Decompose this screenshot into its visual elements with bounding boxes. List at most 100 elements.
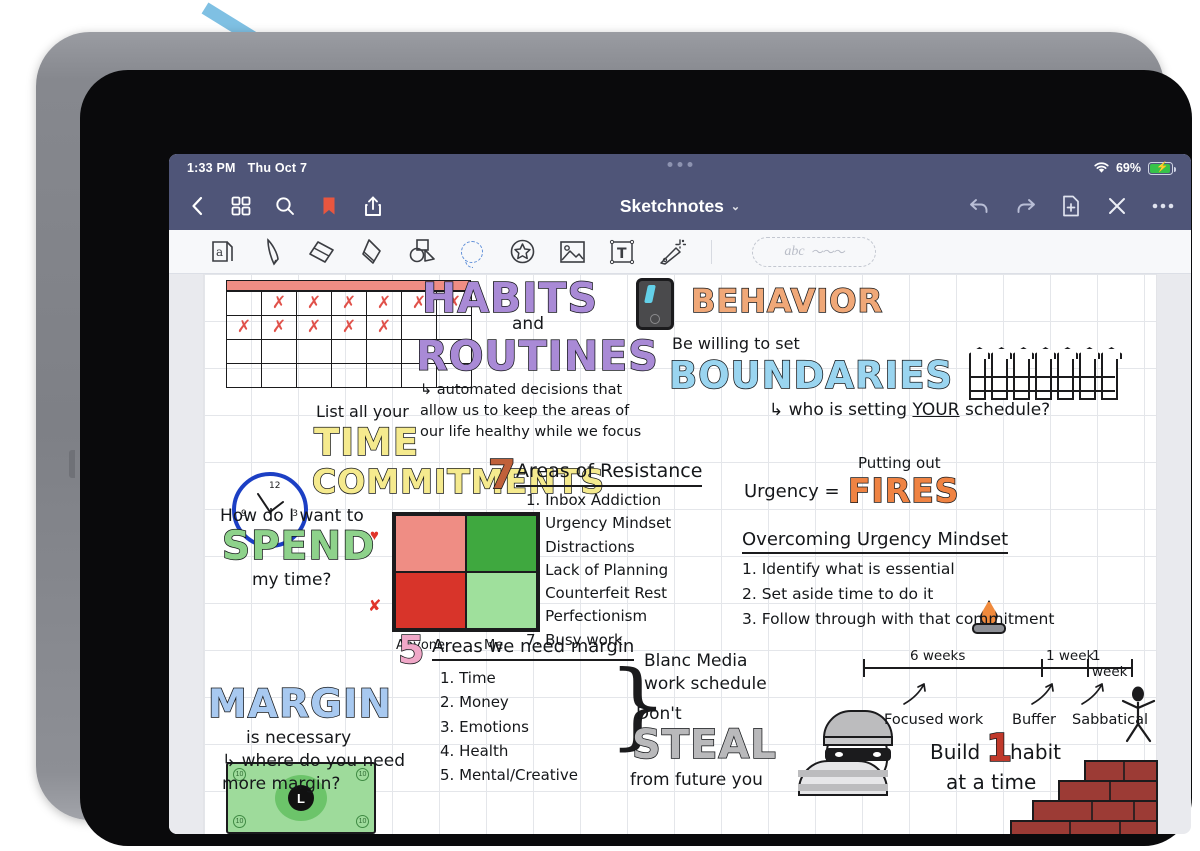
habits-heading[interactable]: HABITS [421, 274, 598, 323]
list-item: 2. Money [440, 693, 509, 712]
more-options-icon[interactable] [1151, 194, 1175, 218]
priority-matrix[interactable]: Anyone Me [392, 512, 540, 653]
sticker-tool[interactable] [497, 232, 547, 272]
build-habit-pre: Build [930, 740, 981, 764]
text-box-tool[interactable]: T [597, 232, 647, 272]
boundaries-note: ↳ who is setting YOUR schedule? ↳ who is… [769, 400, 1051, 420]
text-preview-chip[interactable]: abc 〜〜〜 [752, 236, 876, 267]
document-title-label: Sketchnotes [619, 195, 724, 216]
margin-heading[interactable]: MARGIN [207, 681, 392, 728]
note-page[interactable]: ✗ ✗ ✗ ✗ ✗ ✗ ✗ ✗ ✗ ✗ ✗ HABITS and ROUTINES ↳ automa… [204, 274, 1158, 834]
bookmark-icon[interactable] [317, 194, 341, 218]
status-date: Thu Oct 7 [247, 161, 308, 175]
margin-areas-number: 5 [397, 627, 426, 673]
undo-icon[interactable] [967, 194, 991, 218]
habit-cell[interactable]: ✗ [226, 315, 262, 340]
urgency-equals-label: Urgency = [744, 481, 840, 502]
svg-text:T: T [617, 246, 627, 262]
magic-wand-tool[interactable] [647, 232, 697, 272]
spend-intro: How do I want to [220, 506, 364, 526]
matrix-cell[interactable] [395, 515, 466, 572]
habit-cell[interactable] [296, 363, 332, 388]
putting-out-label: Putting out [858, 454, 941, 472]
habit-cell[interactable]: ✗ [331, 291, 367, 316]
routines-heading[interactable]: ROUTINES [415, 331, 659, 381]
fires-heading[interactable]: FIRES [847, 470, 960, 511]
resistance-number: 7 [487, 451, 517, 499]
image-tool[interactable] [547, 232, 597, 272]
work-schedule-label: Blanc Media work schedule [644, 651, 767, 694]
habit-cell[interactable] [261, 363, 297, 388]
overcoming-heading: Overcoming Urgency Mindset [742, 529, 1009, 554]
timeline-duration: 1 week [1092, 648, 1128, 680]
habit-cell[interactable] [226, 363, 262, 388]
habit-cell[interactable] [226, 339, 262, 364]
power-button[interactable] [69, 450, 75, 478]
matrix-cell[interactable] [466, 572, 537, 629]
steal-heading[interactable]: STEAL [631, 721, 777, 769]
stick-figure-icon [1116, 686, 1160, 753]
heart-icon: ♥ [370, 527, 379, 544]
boundaries-heading[interactable]: BOUNDARIES [668, 353, 953, 398]
habit-cell[interactable] [366, 363, 402, 388]
habit-cell[interactable] [331, 363, 367, 388]
device-bezel: 1:33 PM Thu Oct 7 69% ⚡ Sketchnotes ⌄ a … [80, 70, 1192, 846]
habits-note: ↳ automated decisions that allow us to k… [420, 382, 642, 441]
lasso-tool[interactable] [447, 232, 497, 272]
habit-cell[interactable] [261, 339, 297, 364]
highlighter-tool[interactable] [347, 232, 397, 272]
list-item: 5. Mental/Creative [440, 766, 578, 785]
timeline-label: Buffer [1012, 712, 1057, 728]
share-icon[interactable] [361, 194, 385, 218]
habit-cell[interactable]: ✗ [331, 315, 367, 340]
chevron-down-icon[interactable]: ⌄ [731, 200, 740, 213]
habit-cell[interactable]: ✗ [296, 315, 332, 340]
grid-view-icon[interactable] [229, 194, 253, 218]
list-item: 1. Inbox Addiction [526, 491, 662, 509]
habit-cell[interactable] [296, 339, 332, 364]
text-preview-label: abc [784, 243, 805, 259]
matrix-cell[interactable] [466, 515, 537, 572]
habit-cell[interactable]: ✗ [366, 315, 402, 340]
document-title[interactable]: Sketchnotes ⌄ [619, 162, 740, 217]
page-text-tool[interactable]: a [197, 232, 247, 272]
note-canvas[interactable]: ✗ ✗ ✗ ✗ ✗ ✗ ✗ ✗ ✗ ✗ ✗ HABITS and ROUTINES ↳ automa… [169, 274, 1191, 834]
habit-cell[interactable]: ✗ [366, 291, 402, 316]
svg-text:a: a [216, 245, 223, 259]
spend-outro: my time? [252, 570, 332, 590]
add-page-icon[interactable] [1059, 194, 1083, 218]
back-icon[interactable] [185, 194, 209, 218]
tablet-device: 1:33 PM Thu Oct 7 69% ⚡ Sketchnotes ⌄ a … [36, 32, 1192, 846]
habits-and-label: and [512, 314, 544, 334]
behavior-heading[interactable]: BEHAVIOR [690, 281, 883, 321]
close-icon[interactable] [1105, 194, 1129, 218]
list-item: 1. Identify what is essential [742, 560, 955, 578]
habit-cell[interactable] [226, 291, 262, 316]
pen-tool[interactable] [247, 232, 297, 272]
margin-necessary-label: is necessary [246, 728, 352, 748]
list-item: 2. Urgency Mindset [526, 514, 672, 533]
list-item: 3. Emotions [440, 717, 529, 736]
habit-cell[interactable]: ✗ [261, 291, 297, 316]
boundaries-intro: Be willing to set [672, 334, 800, 353]
list-item: 5. Counterfeit Rest [526, 584, 668, 602]
redo-icon[interactable] [1013, 194, 1037, 218]
time-heading[interactable]: TIME [313, 420, 419, 465]
habit-cell[interactable]: ✗ [261, 315, 297, 340]
wifi-icon [1094, 162, 1109, 174]
app-navigation-bar: Sketchnotes ⌄ [169, 162, 1191, 230]
resistance-heading: Areas of Resistance [516, 460, 703, 487]
habit-cell[interactable] [331, 339, 367, 364]
timeline-duration: 1 week [1046, 648, 1095, 664]
shapes-tool[interactable] [397, 232, 447, 272]
margin-areas-heading: Areas we need margin [432, 636, 635, 661]
habit-cell[interactable] [366, 339, 402, 364]
eraser-tool[interactable] [297, 232, 347, 272]
habit-cell[interactable]: ✗ [296, 291, 332, 316]
steal-post-label: from future you [630, 770, 763, 790]
multitasking-handle-icon[interactable] [667, 162, 693, 167]
spend-heading[interactable]: SPEND [221, 523, 375, 570]
matrix-cell[interactable] [395, 572, 466, 629]
steal-pre-label: Don't [636, 704, 682, 724]
search-icon[interactable] [273, 194, 297, 218]
